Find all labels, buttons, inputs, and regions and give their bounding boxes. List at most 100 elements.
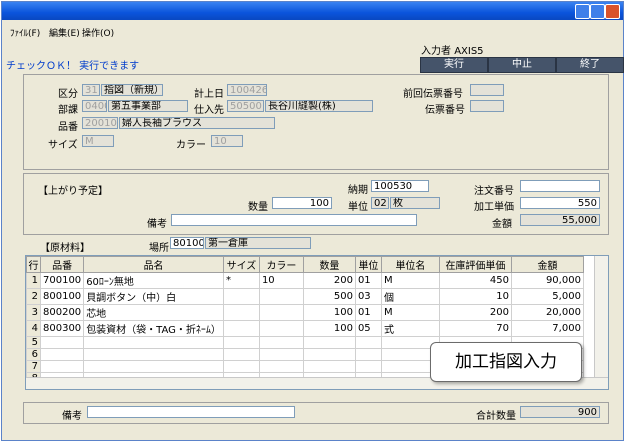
table-cell[interactable]: * xyxy=(222,272,260,289)
table-cell[interactable]: M xyxy=(380,304,440,321)
unit-price-field[interactable]: 550 xyxy=(520,197,600,209)
table-cell[interactable]: 200 xyxy=(302,272,356,289)
table-cell[interactable] xyxy=(222,320,260,337)
table-cell[interactable]: 70 xyxy=(438,320,512,337)
col-header: 単位名 xyxy=(380,256,440,273)
table-cell[interactable] xyxy=(222,348,260,361)
inputter-info: 入力者 AXIS5 xyxy=(421,42,484,57)
total-qty-field: 900 xyxy=(520,406,600,418)
table-cell[interactable]: 5,000 xyxy=(510,288,584,305)
item-name-field: 婦人長袖ブラウス xyxy=(119,117,275,129)
table-cell[interactable] xyxy=(258,360,304,373)
table-cell[interactable]: 包装資材（袋・TAG・折ﾈｰﾑ） xyxy=(83,320,224,337)
inputter-label: 入力者 xyxy=(421,46,451,57)
dept-code-field[interactable]: 0400 xyxy=(82,100,107,112)
table-cell[interactable]: 05 xyxy=(354,320,382,337)
table-cell[interactable] xyxy=(354,348,382,361)
table-cell[interactable]: 100 xyxy=(302,320,356,337)
table-cell[interactable]: 800100 xyxy=(39,288,85,305)
table-cell[interactable]: 90,000 xyxy=(510,272,584,289)
table-cell[interactable] xyxy=(258,348,304,361)
table-cell[interactable]: 800300 xyxy=(39,320,85,337)
col-header: 数量 xyxy=(302,256,356,273)
menu-operate[interactable]: 操作(O) xyxy=(82,26,114,39)
size-field[interactable]: M xyxy=(82,135,114,147)
remarks-field[interactable] xyxy=(171,214,417,226)
title-bar xyxy=(2,2,623,20)
finish-button[interactable]: 終了 xyxy=(556,57,624,73)
table-cell[interactable]: 100 xyxy=(302,304,356,321)
table-cell[interactable] xyxy=(354,336,382,349)
item-code-field[interactable]: 200100 xyxy=(82,117,118,129)
table-cell[interactable]: 01 xyxy=(354,304,382,321)
table-cell[interactable]: 貝調ボタン（中）白 xyxy=(83,288,224,305)
table-cell[interactable] xyxy=(39,336,85,349)
unit-code-field[interactable]: 02 xyxy=(371,197,389,209)
location-code-field[interactable]: 80100 xyxy=(170,237,204,249)
table-cell[interactable] xyxy=(258,304,304,321)
table-row[interactable]: 3 800200 芯地 100 01 M 200 20,000 xyxy=(26,304,584,321)
table-cell[interactable]: 60ﾛｰﾝ無地 xyxy=(83,272,224,289)
table-cell[interactable] xyxy=(83,360,224,373)
table-cell[interactable]: 7,000 xyxy=(510,320,584,337)
col-header: 金額 xyxy=(510,256,584,273)
completion-panel: 【上がり予定】 納期 100530 注文番号 数量 100 単位 02 枚 加工… xyxy=(23,173,609,235)
close-icon[interactable] xyxy=(605,4,620,19)
table-cell[interactable] xyxy=(222,360,260,373)
due-field[interactable]: 100530 xyxy=(371,180,429,192)
table-cell[interactable]: 20,000 xyxy=(510,304,584,321)
order-field[interactable] xyxy=(520,180,600,192)
table-cell[interactable] xyxy=(222,336,260,349)
table-cell[interactable] xyxy=(258,288,304,305)
menu-edit[interactable]: 編集(E) xyxy=(49,26,80,39)
table-cell[interactable]: 500 xyxy=(302,288,356,305)
table-cell[interactable]: 01 xyxy=(354,272,382,289)
item-label: 品番 xyxy=(58,122,78,133)
table-cell[interactable]: 個 xyxy=(380,288,440,305)
dept-name-field: 第五事業部 xyxy=(108,100,188,112)
supplier-code-field[interactable]: 50500 xyxy=(227,100,264,112)
keijoubi-field[interactable]: 100426 xyxy=(227,84,267,96)
table-cell[interactable] xyxy=(302,360,356,373)
minimize-icon[interactable] xyxy=(575,4,590,19)
table-cell[interactable]: 芯地 xyxy=(83,304,224,321)
table-cell[interactable]: 700100 xyxy=(39,272,85,289)
row-number: 6 xyxy=(26,348,41,361)
menu-file[interactable]: ﾌｧｲﾙ(F) xyxy=(10,26,40,39)
table-row[interactable]: 4 800300 包装資材（袋・TAG・折ﾈｰﾑ） 100 05 式 70 7,000 xyxy=(26,320,584,337)
slip-field xyxy=(470,100,504,112)
table-cell[interactable] xyxy=(302,348,356,361)
table-cell[interactable] xyxy=(302,336,356,349)
supplier-label: 仕入先 xyxy=(194,105,224,116)
table-cell[interactable] xyxy=(83,336,224,349)
table-cell[interactable] xyxy=(258,320,304,337)
table-row[interactable]: 1 700100 60ﾛｰﾝ無地 * 10 200 01 M 450 90,000 xyxy=(26,272,584,289)
keijoubi-label: 計上日 xyxy=(194,89,224,100)
table-cell[interactable]: 200 xyxy=(438,304,512,321)
table-cell[interactable] xyxy=(83,348,224,361)
table-cell[interactable]: 10 xyxy=(258,272,304,289)
table-cell[interactable]: M xyxy=(380,272,440,289)
table-cell[interactable] xyxy=(258,336,304,349)
table-cell[interactable]: 450 xyxy=(438,272,512,289)
table-cell[interactable] xyxy=(39,360,85,373)
table-cell[interactable] xyxy=(222,304,260,321)
qty-field[interactable]: 100 xyxy=(272,197,332,209)
table-cell[interactable] xyxy=(354,360,382,373)
color-field[interactable]: 10 xyxy=(211,135,243,147)
table-cell[interactable] xyxy=(39,348,85,361)
supplier-name-field: 長谷川縫製(株) xyxy=(265,100,373,112)
order-label: 注文番号 xyxy=(474,186,514,197)
table-cell[interactable]: 10 xyxy=(438,288,512,305)
table-row[interactable]: 2 800100 貝調ボタン（中）白 500 03 個 10 5,000 xyxy=(26,288,584,305)
footer-remarks-field[interactable] xyxy=(87,406,295,418)
table-cell[interactable] xyxy=(222,288,260,305)
table-cell[interactable]: 800200 xyxy=(39,304,85,321)
table-cell[interactable]: 式 xyxy=(380,320,440,337)
table-cell[interactable]: 03 xyxy=(354,288,382,305)
grid-vertical-scrollbar[interactable] xyxy=(594,256,608,389)
execute-button[interactable]: 実行 xyxy=(420,57,488,73)
kubun-code-field[interactable]: 31 xyxy=(82,84,100,96)
maximize-icon[interactable] xyxy=(590,4,605,19)
cancel-button[interactable]: 中止 xyxy=(488,57,556,73)
